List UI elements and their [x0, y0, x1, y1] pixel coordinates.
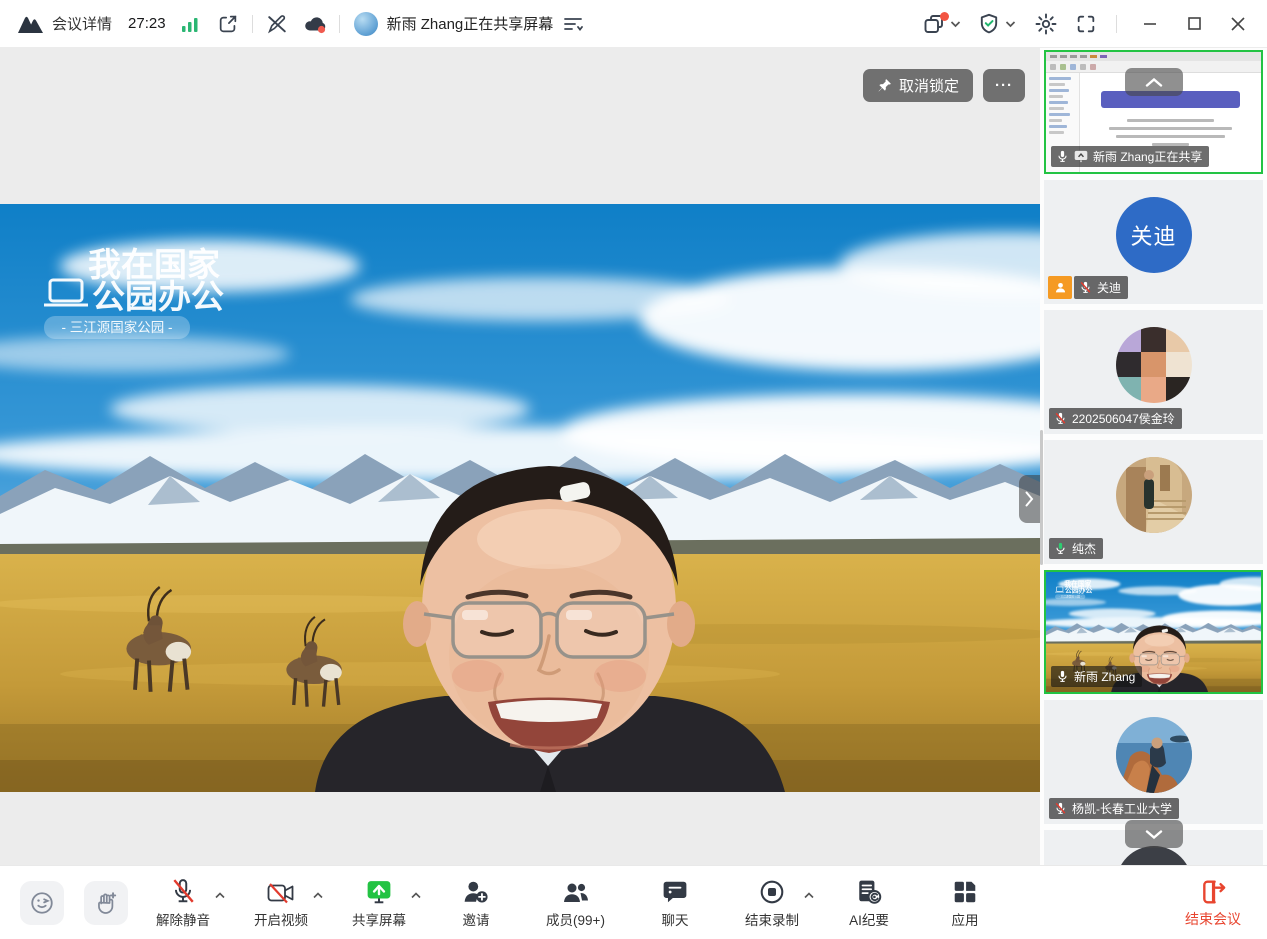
toolbar-items: 解除静音 开启视频 共享屏幕 邀请 [156, 877, 991, 929]
invite-person-icon [463, 877, 489, 905]
main-stage: 取消锁定 ··· [0, 48, 1040, 865]
chevron-right-icon [1025, 491, 1034, 507]
divider [339, 15, 340, 33]
annotation-off-icon[interactable] [263, 10, 291, 38]
participant-tile-self-video[interactable]: 新雨 Zhang [1044, 570, 1263, 694]
apps-button[interactable]: 应用 [939, 877, 991, 929]
members-icon [562, 877, 590, 905]
stage-float-buttons: 取消锁定 ··· [863, 69, 1025, 102]
bottom-toolbar: 解除静音 开启视频 共享屏幕 邀请 [0, 865, 1267, 939]
emoji-reaction-button[interactable] [20, 881, 64, 925]
meeting-timer: 27:23 [128, 15, 166, 32]
maximize-button[interactable] [1179, 9, 1209, 39]
stop-recording-button[interactable]: 结束录制 [745, 877, 799, 929]
sharing-list-icon[interactable] [559, 10, 587, 38]
app-logo-icon [16, 10, 44, 38]
topbar-right [920, 9, 1253, 39]
stop-recording-icon [759, 877, 785, 905]
sidebar-collapse-handle[interactable] [1019, 475, 1040, 523]
switch-share-chevron-icon[interactable] [950, 20, 961, 28]
chevron-up-icon [1145, 78, 1163, 87]
unpin-label: 取消锁定 [899, 75, 959, 96]
sidebar-scrollbar[interactable] [1040, 430, 1043, 565]
unpin-button[interactable]: 取消锁定 [863, 69, 973, 102]
members-button[interactable]: 成员(99+) [546, 877, 605, 929]
sharing-status-text: 新雨 Zhang正在共享屏幕 [387, 13, 554, 34]
screen-share-icon [366, 877, 392, 905]
avatar-photo [1116, 717, 1192, 793]
pin-icon [877, 78, 892, 93]
participant-label: 新雨 Zhang正在共享 [1051, 146, 1209, 167]
avatar-photo [1116, 327, 1192, 403]
chevron-down-icon [1145, 830, 1163, 839]
content-area: 取消锁定 ··· [0, 48, 1267, 865]
participant-label: 关迪 [1074, 276, 1128, 299]
participant-label: 杨凯-长春工业大学 [1049, 798, 1179, 819]
topbar-left: 会议详情 27:23 新雨 Zhang正在共享屏幕 [16, 10, 587, 38]
mic-muted-icon [170, 877, 196, 905]
settings-gear-icon[interactable] [1032, 10, 1060, 38]
sharer-avatar [354, 12, 378, 36]
open-external-icon[interactable] [214, 10, 242, 38]
mic-on-icon [1056, 670, 1069, 683]
mic-muted-icon [1054, 802, 1067, 815]
mic-muted-icon [1054, 412, 1067, 425]
leave-meeting-icon [1200, 877, 1226, 905]
divider [252, 15, 253, 33]
fullscreen-icon[interactable] [1072, 10, 1100, 38]
close-button[interactable] [1223, 9, 1253, 39]
switch-share-icon[interactable] [920, 10, 948, 38]
participant-tile[interactable]: 2202506047侯金玲 [1044, 310, 1263, 434]
divider [1116, 15, 1117, 33]
host-badge-icon [1048, 276, 1072, 299]
participants-sidebar: 新雨 Zhang正在共享 关迪 关迪 [1040, 48, 1267, 865]
notification-dot [940, 12, 949, 21]
mic-muted-icon [1079, 281, 1092, 294]
scroll-down-button[interactable] [1125, 820, 1183, 848]
network-signal-icon[interactable] [176, 10, 204, 38]
video-options-chevron[interactable] [313, 886, 323, 904]
avatar-initials: 关迪 [1116, 197, 1192, 273]
raise-hand-icon [93, 890, 119, 916]
more-label: ··· [995, 77, 1013, 94]
participant-tile[interactable]: 纯杰 [1044, 440, 1263, 564]
mic-active-icon [1054, 542, 1067, 555]
security-chevron-icon[interactable] [1005, 20, 1016, 28]
security-shield-icon[interactable] [975, 10, 1003, 38]
cloud-recording-icon[interactable] [301, 10, 329, 38]
chat-bubble-icon [662, 877, 688, 905]
unmute-button[interactable]: 解除静音 [156, 877, 210, 929]
pinned-speaker-video[interactable] [0, 204, 1040, 792]
camera-off-icon [267, 877, 295, 905]
reaction-buttons [20, 881, 128, 925]
share-screen-button[interactable]: 共享屏幕 [352, 877, 406, 929]
scroll-up-button[interactable] [1125, 68, 1183, 96]
minimize-button[interactable] [1135, 9, 1165, 39]
ai-notes-icon [856, 877, 882, 905]
mic-options-chevron[interactable] [215, 886, 225, 904]
avatar-photo [1116, 457, 1192, 533]
raise-hand-button[interactable] [84, 881, 128, 925]
meeting-window: 会议详情 27:23 新雨 Zhang正在共享屏幕 [0, 0, 1267, 939]
end-meeting-button[interactable]: 结束会议 [1185, 877, 1241, 929]
top-bar: 会议详情 27:23 新雨 Zhang正在共享屏幕 [0, 0, 1267, 48]
smiley-wink-icon [29, 890, 55, 916]
apps-grid-icon [952, 877, 978, 905]
avatar-photo [1116, 846, 1192, 865]
participant-label: 纯杰 [1049, 538, 1103, 559]
participant-label: 新雨 Zhang [1051, 666, 1142, 687]
chat-button[interactable]: 聊天 [649, 877, 701, 929]
participant-tile[interactable]: 关迪 关迪 [1044, 180, 1263, 304]
more-options-button[interactable]: ··· [983, 69, 1025, 102]
screen-sharing-icon [1074, 150, 1088, 163]
participant-tile[interactable]: 杨凯-长春工业大学 [1044, 700, 1263, 824]
participant-label: 2202506047侯金玲 [1049, 408, 1182, 429]
meeting-details-link[interactable]: 会议详情 [52, 13, 112, 34]
recording-options-chevron[interactable] [804, 886, 814, 904]
start-video-button[interactable]: 开启视频 [254, 877, 308, 929]
ai-notes-button[interactable]: AI纪要 [843, 877, 895, 929]
share-options-chevron[interactable] [411, 886, 421, 904]
invite-button[interactable]: 邀请 [450, 877, 502, 929]
mic-on-icon [1056, 150, 1069, 163]
